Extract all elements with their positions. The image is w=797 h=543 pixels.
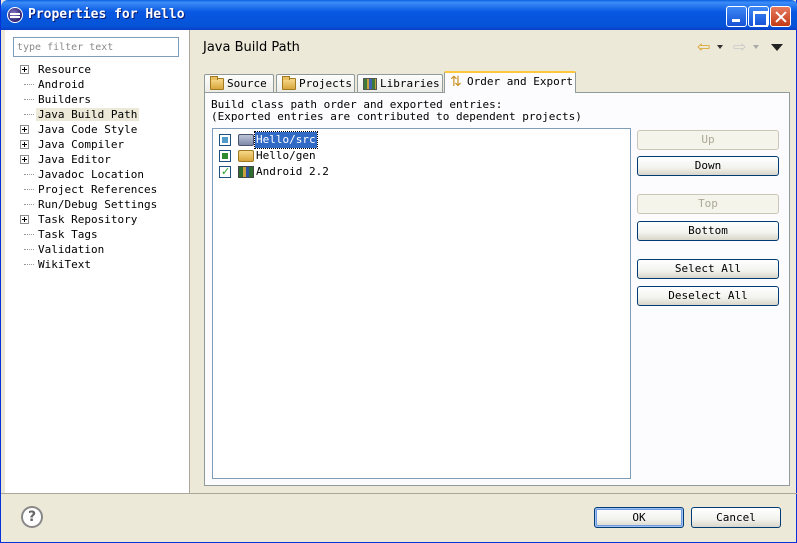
filter-input[interactable]	[13, 37, 179, 57]
tree-item-task-repository[interactable]: Task Repository	[19, 212, 159, 227]
tree-connector	[24, 204, 34, 205]
tree-connector	[24, 99, 34, 100]
tree-item-label: WikiText	[38, 258, 91, 271]
bottom-button[interactable]: Bottom	[637, 221, 779, 241]
tree-connector	[24, 174, 34, 175]
tab-label: Libraries	[380, 77, 440, 90]
preference-tree: Resource Android Builders Java Build Pat…	[19, 62, 159, 272]
tree-item-label: Java Code Style	[38, 123, 138, 136]
tab-source[interactable]: Source	[204, 74, 274, 93]
tree-connector	[24, 114, 34, 115]
classpath-entries-list[interactable]: Hello/src Hello/gen Android 2.2	[212, 128, 631, 479]
tree-item-run-debug-settings[interactable]: Run/Debug Settings	[19, 197, 159, 212]
window-title: Properties for Hello	[28, 7, 185, 22]
properties-dialog: Properties for Hello Resource Android Bu…	[0, 0, 797, 543]
tree-item-label: Run/Debug Settings	[38, 198, 158, 211]
expand-icon[interactable]	[20, 140, 29, 149]
tree-connector	[24, 234, 34, 235]
tree-item-label: Task Repository	[38, 213, 138, 226]
entry-label: Android 2.2	[256, 165, 329, 178]
tree-item-label: Validation	[38, 243, 105, 256]
entry-label: Hello/gen	[256, 149, 316, 162]
tree-item-label: Resource	[38, 63, 91, 76]
tree-item-label: Builders	[38, 93, 91, 106]
title-bar[interactable]: Properties for Hello	[1, 0, 797, 30]
tree-item-java-compiler[interactable]: Java Compiler	[19, 137, 159, 152]
tree-connector	[24, 264, 34, 265]
tab-projects[interactable]: Projects	[276, 74, 355, 93]
order-export-icon	[450, 73, 464, 91]
cancel-button[interactable]: Cancel	[691, 507, 781, 528]
expand-icon[interactable]	[20, 215, 29, 224]
expand-icon[interactable]	[20, 65, 29, 74]
tree-item-builders[interactable]: Builders	[19, 92, 159, 107]
page-navigation: ⇦ ⇨	[697, 37, 789, 56]
view-menu-icon[interactable]	[771, 44, 783, 51]
tree-item-java-editor[interactable]: Java Editor	[19, 152, 159, 167]
entry-label: Hello/src	[254, 131, 318, 149]
eclipse-icon	[7, 7, 23, 23]
tree-connector	[24, 249, 34, 250]
help-icon[interactable]: ?	[21, 506, 43, 528]
forward-dropdown-icon	[753, 45, 759, 49]
tree-connector	[24, 84, 34, 85]
description-text: Build class path order and exported entr…	[211, 99, 582, 123]
description-line-2: (Exported entries are contributed to dep…	[211, 110, 582, 123]
tree-item-java-code-style[interactable]: Java Code Style	[19, 122, 159, 137]
library-icon	[238, 166, 254, 178]
export-checkbox[interactable]	[219, 150, 231, 162]
ok-button[interactable]: OK	[594, 507, 684, 528]
tree-item-javadoc-location[interactable]: Javadoc Location	[19, 167, 159, 182]
tree-item-project-references[interactable]: Project References	[19, 182, 159, 197]
tree-item-wikitext[interactable]: WikiText	[19, 257, 159, 272]
tree-connector	[24, 189, 34, 190]
tree-item-task-tags[interactable]: Task Tags	[19, 227, 159, 242]
tab-label: Projects	[299, 77, 352, 90]
tree-item-label: Android	[38, 78, 85, 91]
minimize-button[interactable]	[726, 6, 747, 27]
tree-item-label: Project References	[38, 183, 158, 196]
dialog-separator	[1, 493, 797, 494]
tree-item-label: Java Editor	[38, 153, 111, 166]
top-button[interactable]: Top	[637, 194, 779, 214]
tree-item-label: Java Compiler	[38, 138, 125, 151]
libraries-icon	[363, 78, 377, 90]
export-checkbox[interactable]	[219, 134, 231, 146]
source-folder-icon	[238, 134, 254, 146]
projects-folder-icon	[282, 76, 296, 90]
export-checkbox[interactable]	[219, 164, 231, 180]
back-dropdown-icon[interactable]	[717, 45, 723, 49]
tab-label: Order and Export	[467, 75, 573, 88]
forward-arrow-icon: ⇨	[733, 37, 747, 56]
tree-item-validation[interactable]: Validation	[19, 242, 159, 257]
tab-label: Source	[227, 77, 267, 90]
tree-item-label: Task Tags	[38, 228, 98, 241]
tab-order-and-export[interactable]: Order and Export	[444, 71, 576, 93]
deselect-all-button[interactable]: Deselect All	[637, 286, 779, 306]
preference-tree-panel: Resource Android Builders Java Build Pat…	[5, 30, 190, 493]
source-folder-icon	[210, 76, 224, 90]
page-title: Java Build Path	[203, 40, 300, 55]
maximize-button[interactable]	[748, 6, 769, 27]
tree-item-resource[interactable]: Resource	[19, 62, 159, 77]
tab-libraries[interactable]: Libraries	[357, 74, 443, 93]
up-button[interactable]: Up	[637, 130, 779, 150]
select-all-button[interactable]: Select All	[637, 259, 779, 279]
tree-item-label: Javadoc Location	[38, 168, 144, 181]
expand-icon[interactable]	[20, 125, 29, 134]
tree-item-android[interactable]: Android	[19, 77, 159, 92]
back-arrow-icon[interactable]: ⇦	[697, 39, 710, 55]
source-folder-icon	[238, 150, 254, 162]
down-button[interactable]: Down	[637, 156, 779, 176]
tree-item-java-build-path[interactable]: Java Build Path	[19, 107, 159, 122]
close-button[interactable]	[770, 6, 791, 27]
tree-item-label: Java Build Path	[36, 108, 140, 121]
expand-icon[interactable]	[20, 155, 29, 164]
